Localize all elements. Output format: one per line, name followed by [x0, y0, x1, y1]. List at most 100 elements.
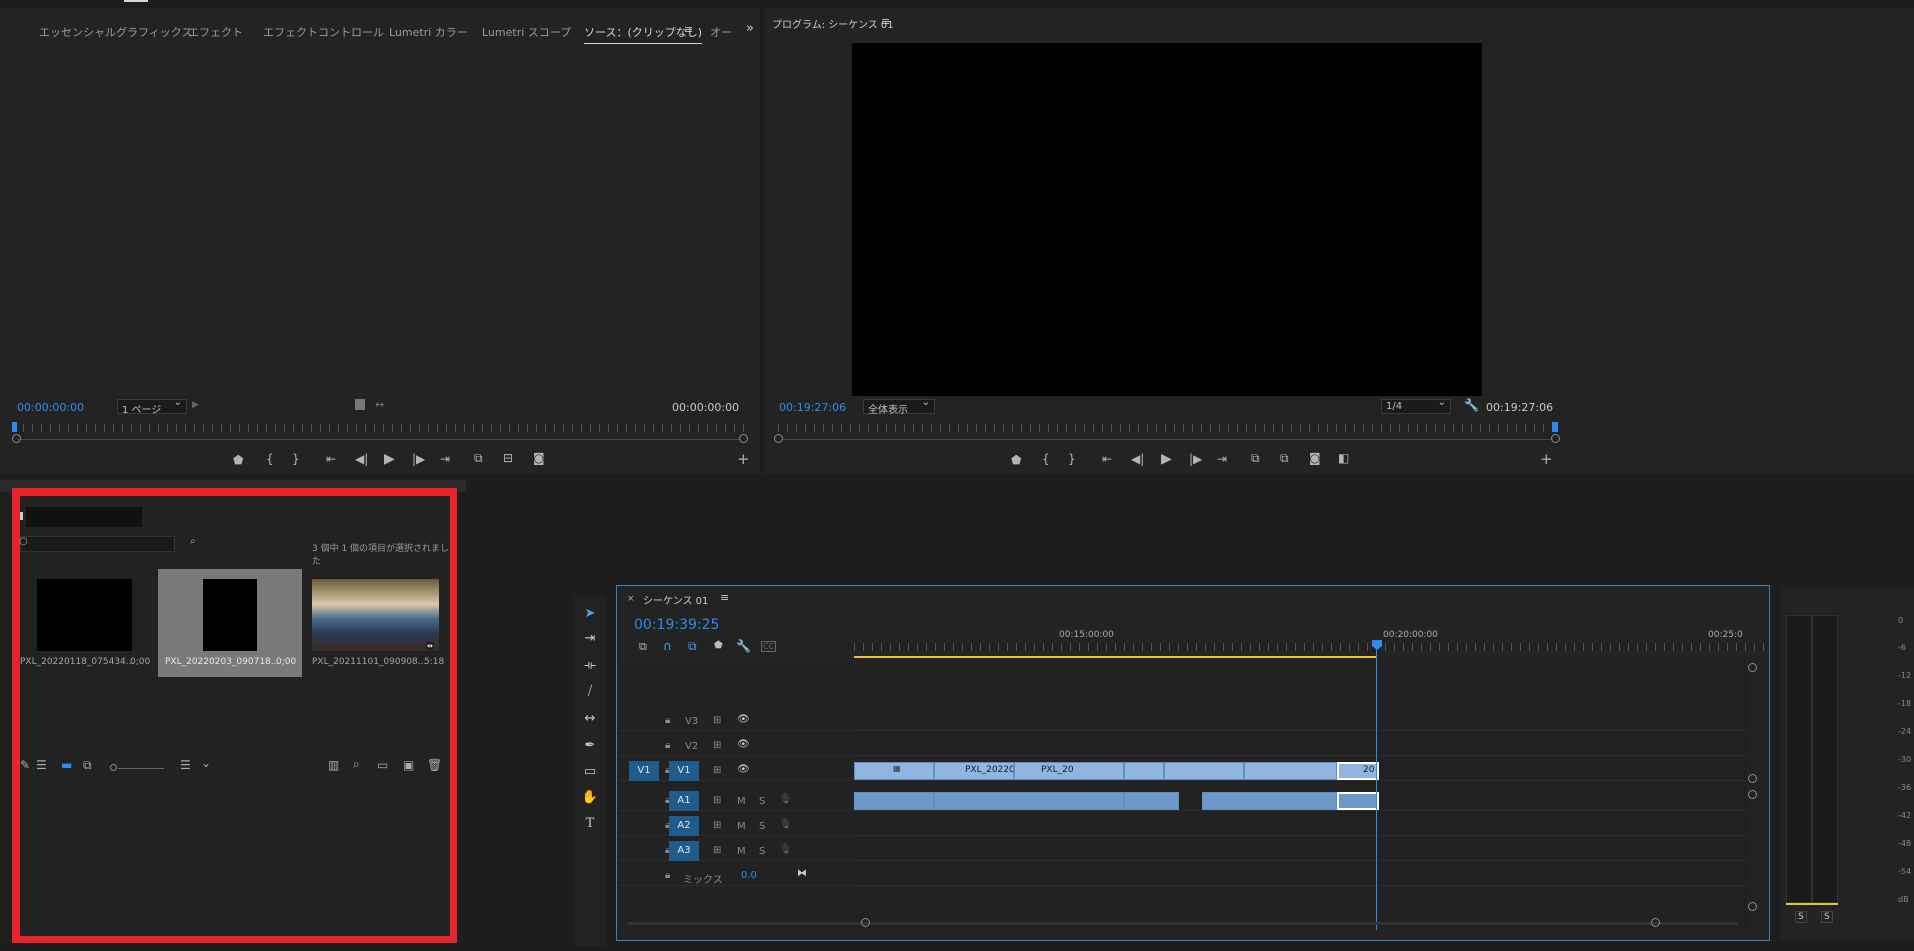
comparison-view-icon[interactable]: ◧	[1338, 451, 1349, 465]
insert-mode-icon[interactable]	[355, 399, 365, 410]
insert-icon[interactable]: ⧉	[474, 451, 483, 466]
program-playhead[interactable]	[1552, 422, 1558, 432]
play-icon[interactable]: ▶	[384, 451, 395, 467]
sync-lock-icon[interactable]: ⊞	[713, 740, 721, 751]
project-name-field[interactable]	[26, 507, 142, 527]
eye-icon[interactable]: 👁	[737, 714, 750, 725]
h-scroll-handle-right[interactable]	[1651, 918, 1660, 927]
program-button-editor-plus-icon[interactable]: +	[1540, 450, 1553, 468]
video-clip[interactable]: PXL_20	[1014, 762, 1124, 780]
audio-clip[interactable]	[1202, 792, 1337, 810]
lock-icon[interactable]: 🔒︎	[665, 740, 670, 751]
settings-arrow-icon[interactable]: ▶	[192, 400, 199, 410]
source-playhead[interactable]	[12, 422, 17, 432]
video-clip[interactable]	[1124, 762, 1164, 780]
timeline-settings-icon[interactable]: 🔧	[736, 639, 751, 653]
program-playhead-timecode[interactable]: 00:19:27:06	[779, 401, 846, 414]
sequence-menu-icon[interactable]: ≡	[720, 591, 729, 604]
sync-lock-icon[interactable]: ⊞	[713, 820, 721, 831]
trash-icon[interactable]: 🗑	[427, 758, 442, 772]
program-zoom-bar[interactable]	[783, 439, 1553, 440]
mix-keyframe-icon[interactable]: ⧓	[797, 868, 807, 879]
new-item-icon[interactable]: ▣	[403, 758, 414, 772]
sync-lock-icon[interactable]: ⊞	[713, 765, 721, 776]
track-target-a1[interactable]: A1	[669, 791, 699, 811]
go-to-out-icon[interactable]: ⇥	[440, 452, 450, 466]
timeline-horizontal-scrollbar[interactable]	[628, 922, 1738, 925]
solo-button[interactable]: S	[759, 846, 765, 857]
solo-button[interactable]: S	[759, 796, 765, 807]
type-tool-icon[interactable]: T	[576, 816, 604, 831]
eye-icon[interactable]: 👁	[737, 739, 750, 750]
track-target-v1[interactable]: V1	[669, 761, 699, 781]
add-marker-icon[interactable]: ⬟	[233, 453, 243, 467]
captions-icon[interactable]: CC	[761, 641, 777, 652]
tab-essential-graphics[interactable]: エッセンシャルグラフィックス	[39, 24, 192, 40]
zoom-slider-handle[interactable]	[110, 764, 117, 771]
video-clip[interactable]: PXL_202201	[934, 762, 1014, 780]
track-target-a2[interactable]: A2	[669, 816, 699, 836]
timeline-ruler[interactable]	[854, 643, 1767, 651]
program-step-forward-icon[interactable]: |▶	[1189, 452, 1202, 466]
selected-audio-clip[interactable]	[1337, 792, 1379, 810]
list-view-icon[interactable]: ☰	[36, 758, 47, 772]
new-bin-icon[interactable]: ▭	[377, 758, 388, 772]
voiceover-mic-icon[interactable]: 🎙	[779, 794, 792, 805]
program-step-back-icon[interactable]: ◀|	[1131, 452, 1144, 466]
zoom-handle-right[interactable]	[739, 434, 748, 443]
audio-scroll-handle-top[interactable]	[1748, 790, 1757, 799]
mute-button[interactable]: M	[737, 846, 746, 857]
program-zoom-handle-right[interactable]	[1551, 434, 1560, 443]
lift-icon[interactable]: ⧉	[1251, 451, 1260, 466]
zoom-handle-left[interactable]	[12, 434, 21, 443]
tab-effect-controls[interactable]: エフェクトコントロール	[263, 24, 384, 40]
sync-lock-icon[interactable]: ⊞	[713, 845, 721, 856]
solo-right-button[interactable]: S	[1821, 911, 1833, 923]
page-dropdown[interactable]: 1 ページ	[117, 397, 187, 416]
step-back-icon[interactable]: ◀|	[355, 452, 368, 466]
panel-menu-icon[interactable]: ≡	[684, 23, 693, 36]
program-play-icon[interactable]: ▶	[1161, 451, 1172, 467]
nest-toggle-icon[interactable]: ⧉	[639, 640, 647, 654]
mute-button[interactable]: M	[737, 796, 746, 807]
work-area-bar[interactable]	[854, 656, 1377, 658]
solo-button[interactable]: S	[759, 821, 765, 832]
source-playhead-timecode[interactable]: 00:00:00:00	[17, 401, 84, 414]
audio-clip[interactable]	[854, 792, 934, 810]
mix-volume[interactable]: 0.0	[741, 870, 757, 881]
button-editor-plus-icon[interactable]: +	[737, 450, 750, 468]
wrench-icon[interactable]: 🔧	[1464, 398, 1479, 412]
voiceover-mic-icon[interactable]: 🎙	[779, 844, 792, 855]
source-patch-v1[interactable]: V1	[629, 761, 659, 781]
video-clip[interactable]	[1164, 762, 1244, 780]
source-zoom-bar[interactable]	[17, 439, 741, 440]
write-protect-icon[interactable]: ✎	[20, 758, 30, 772]
drag-video-icon[interactable]: ↔	[375, 398, 384, 411]
mark-out-icon[interactable]: }	[292, 452, 300, 466]
sort-chevron-icon[interactable]: ⌄	[201, 756, 211, 770]
sync-lock-icon[interactable]: ⊞	[713, 795, 721, 806]
selection-tool-icon[interactable]: ➤	[576, 606, 604, 621]
automate-to-sequence-icon[interactable]: ▥	[328, 758, 339, 772]
video-clip[interactable]: ▦	[854, 762, 934, 780]
h-scroll-handle-left[interactable]	[861, 918, 870, 927]
razor-tool-icon[interactable]: ⧸	[576, 684, 604, 699]
find-bin-icon[interactable]: ⌕	[190, 536, 196, 547]
audio-clip[interactable]	[934, 792, 1124, 810]
tabs-overflow-icon[interactable]: »	[746, 21, 754, 36]
add-marker-timeline-icon[interactable]: ⬟	[714, 640, 723, 651]
program-go-to-out-icon[interactable]: ⇥	[1217, 452, 1227, 466]
icon-view-icon[interactable]: ▬	[61, 758, 72, 772]
sync-lock-icon[interactable]: ⊞	[713, 715, 721, 726]
ripple-edit-tool-icon[interactable]: ⟛	[576, 658, 604, 673]
program-mark-in-icon[interactable]: {	[1042, 452, 1050, 466]
mute-button[interactable]: M	[737, 821, 746, 832]
slip-tool-icon[interactable]: ↔	[576, 711, 604, 726]
overwrite-icon[interactable]: ⊟	[503, 451, 513, 465]
project-item-2[interactable]: PXL_20220203_090718... 0;00	[158, 569, 302, 677]
tab-lumetri-scopes[interactable]: Lumetri スコープ	[482, 24, 571, 40]
snap-icon[interactable]: ∩	[663, 639, 672, 653]
tab-effects[interactable]: エフェクト	[188, 24, 243, 40]
project-item-3[interactable]: ⇹ PXL_20211101_090908... 5:18	[308, 569, 450, 677]
video-scroll-handle-top[interactable]	[1748, 663, 1757, 672]
